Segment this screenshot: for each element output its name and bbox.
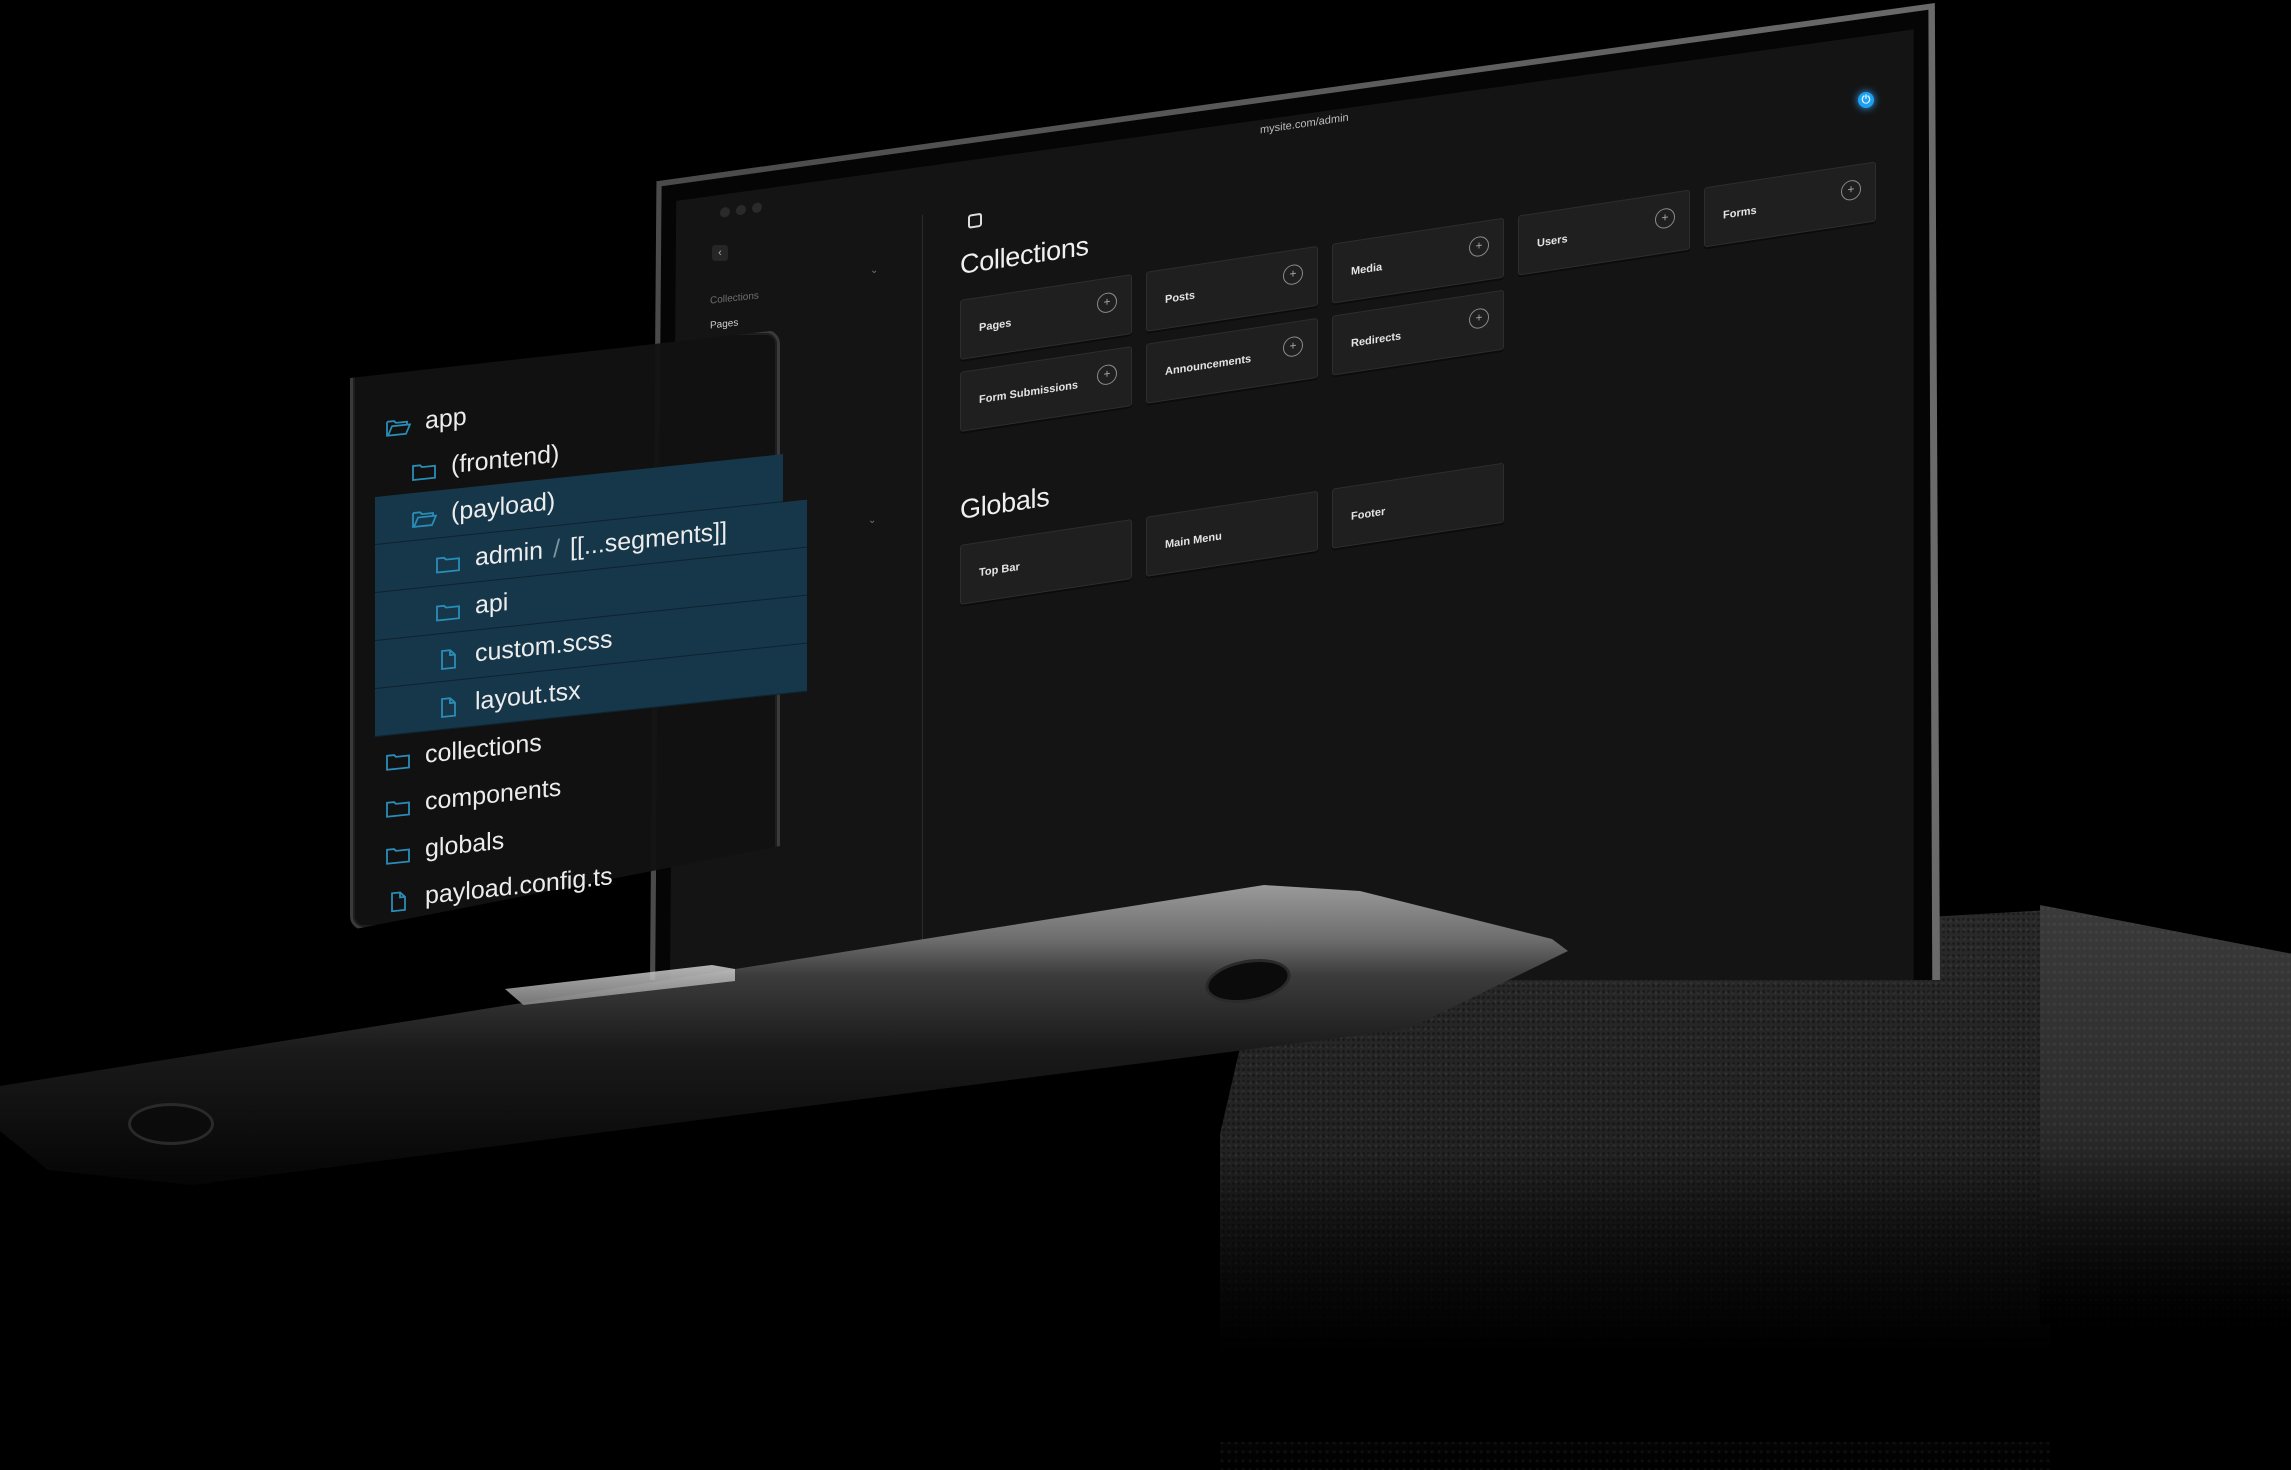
- global-card-top-bar[interactable]: Top Bar: [960, 518, 1132, 605]
- collection-card-redirects[interactable]: Redirects +: [1332, 289, 1504, 376]
- file-tree-item-name: payload.config.ts: [425, 862, 613, 910]
- global-card-footer[interactable]: Footer: [1332, 462, 1504, 549]
- card-label: Main Menu: [1165, 530, 1222, 551]
- sidebar-collapse-button[interactable]: ‹: [712, 245, 728, 261]
- card-label: Media: [1351, 261, 1383, 278]
- file-tree-item-name: layout.tsx: [475, 676, 581, 716]
- card-label: Posts: [1165, 289, 1195, 306]
- payload-logo-icon[interactable]: [968, 212, 982, 229]
- file-tree-item-suffix: [[...segments]]: [570, 517, 728, 562]
- card-label: Forms: [1723, 204, 1757, 222]
- card-label: Footer: [1351, 505, 1386, 523]
- globals-heading: Globals: [960, 481, 1050, 525]
- card-label: Announcements: [1165, 352, 1252, 378]
- folder-icon: [385, 747, 411, 771]
- file-icon: [385, 888, 411, 912]
- file-tree-item-name: app: [425, 402, 467, 435]
- file-tree-item-name: globals: [425, 826, 505, 863]
- window-minimize-dot[interactable]: [736, 204, 746, 216]
- file-tree-item-name: custom.scss: [475, 625, 613, 668]
- window-maximize-dot[interactable]: [752, 201, 762, 214]
- add-circle-icon[interactable]: +: [1283, 263, 1303, 287]
- file-tree-item-name: api: [475, 588, 509, 620]
- folder-open-icon: [385, 413, 412, 437]
- collections-grid: Pages + Posts + Media + Users + Forms + …: [960, 161, 1876, 432]
- card-label: Redirects: [1351, 330, 1402, 350]
- laptop-lid: mysite.com/admin ⏻ ‹ ⌄ Collections Pages…: [650, 0, 1940, 980]
- card-label: Form Submissions: [979, 379, 1079, 407]
- collection-card-forms[interactable]: Forms +: [1704, 161, 1876, 248]
- collection-card-form-submissions[interactable]: Form Submissions +: [960, 345, 1132, 432]
- path-separator: /: [553, 534, 561, 564]
- file-tree-panel: app (frontend) (payload) admin / [[...segment…: [350, 330, 807, 930]
- folder-open-icon: [411, 504, 438, 528]
- file-tree: app (frontend) (payload) admin / [[...segment…: [375, 362, 807, 924]
- add-circle-icon[interactable]: +: [1097, 291, 1117, 315]
- chevron-left-icon: ‹: [718, 247, 722, 259]
- floor-shadow: [1100, 1150, 2291, 1442]
- card-label: Users: [1537, 233, 1568, 250]
- laptop-rubber-foot: [128, 1103, 214, 1145]
- chevron-down-icon[interactable]: ⌄: [868, 515, 876, 526]
- folder-icon: [385, 841, 411, 865]
- collection-card-posts[interactable]: Posts +: [1146, 245, 1318, 332]
- file-tree-item-name: admin: [475, 536, 544, 572]
- collection-card-announcements[interactable]: Announcements +: [1146, 317, 1318, 404]
- global-card-main-menu[interactable]: Main Menu: [1146, 490, 1318, 577]
- add-circle-icon[interactable]: +: [1283, 335, 1303, 359]
- collection-card-users[interactable]: Users +: [1518, 189, 1690, 276]
- file-tree-item-name: collections: [425, 728, 542, 769]
- file-icon: [435, 694, 461, 718]
- file-tree-item-name: (payload): [451, 487, 556, 527]
- file-icon: [435, 646, 461, 670]
- add-circle-icon[interactable]: +: [1469, 234, 1489, 259]
- add-circle-icon[interactable]: +: [1841, 178, 1861, 202]
- chevron-down-icon[interactable]: ⌄: [870, 265, 878, 276]
- add-circle-icon[interactable]: +: [1655, 206, 1675, 230]
- collections-heading: Collections: [960, 230, 1089, 280]
- folder-icon: [385, 794, 411, 818]
- sidebar-group-collections[interactable]: Collections: [710, 290, 759, 306]
- add-circle-icon[interactable]: +: [1469, 306, 1489, 331]
- collection-card-pages[interactable]: Pages +: [960, 273, 1132, 360]
- card-label: Top Bar: [979, 560, 1020, 580]
- card-label: Pages: [979, 317, 1012, 335]
- collection-card-media[interactable]: Media +: [1332, 217, 1504, 304]
- laptop-screen: mysite.com/admin ⏻ ‹ ⌄ Collections Pages…: [670, 29, 1914, 980]
- file-tree-item-name: components: [425, 773, 562, 816]
- folder-icon: [435, 550, 461, 574]
- file-tree-item-name: (frontend): [451, 439, 560, 480]
- folder-icon: [435, 598, 461, 622]
- folder-icon: [411, 457, 437, 481]
- add-circle-icon[interactable]: +: [1097, 363, 1117, 387]
